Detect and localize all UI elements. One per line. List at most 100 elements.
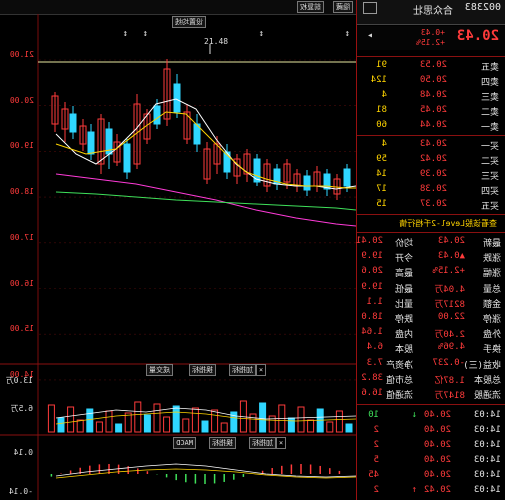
stat-label: 外盘: [482, 330, 501, 341]
candle-body: [343, 168, 351, 187]
volume-bar: [163, 416, 171, 433]
stock-name: 合众思壮: [413, 6, 453, 17]
stat-value: 2.40万: [434, 330, 465, 341]
sell-level-price: 20.48: [419, 90, 447, 100]
tick-volume: 2: [373, 440, 379, 450]
volume-ma-line: [55, 407, 356, 420]
stat-label: 收益(三): [463, 360, 501, 371]
signal-marker-icon: ↕: [143, 29, 148, 39]
buy-level-price: 20.37: [419, 199, 447, 209]
tick-price: 20.42: [423, 485, 451, 495]
price-axis-tick: 18.00: [9, 187, 34, 197]
stat-label: 换手: [482, 345, 501, 356]
stock-trading-window: 002383 合众思壮 20.43 +0.43 +2.15% ▸ 卖五 20.53…: [0, 0, 505, 500]
vol-indicator-button[interactable]: 成交量: [146, 364, 173, 376]
add-indicator-button[interactable]: 加指标: [229, 364, 256, 376]
stat-value: 20.6: [361, 266, 383, 277]
volume-bar: [153, 403, 161, 433]
volume-bar: [249, 413, 257, 433]
buy-level-price: 20.42: [419, 154, 447, 164]
stat-value: 4.04万: [434, 284, 465, 295]
volume-bar: [57, 417, 65, 433]
stat-label: 净资产: [385, 360, 413, 371]
tick-time: 14:03: [473, 410, 501, 420]
stat-label: 今开: [394, 254, 413, 265]
change-indicator-button[interactable]: 换指标: [189, 364, 216, 376]
tick-volume: 5: [373, 455, 379, 465]
volume-bar: [47, 404, 55, 433]
volume-bar: [335, 410, 343, 433]
sell-level-price: 20.50: [419, 75, 447, 85]
price-block: 20.43 +0.43 +2.15% ▸: [357, 26, 505, 50]
stat-value: 1.87亿: [434, 375, 465, 386]
volume-bar: [105, 410, 113, 433]
buy-level-label: 买三: [480, 172, 499, 182]
volume-bar: [143, 414, 151, 433]
volume-bar: [124, 412, 132, 433]
close-macd-icon[interactable]: ×: [276, 437, 286, 449]
price-axis-tick: 20.00: [9, 95, 34, 105]
stat-value: ▲0.43: [437, 251, 465, 262]
volume-bar: [307, 419, 315, 433]
tick-arrow-icon: ↓: [411, 410, 417, 420]
stat-label: 金额: [482, 299, 501, 310]
volume-bar: [287, 417, 295, 433]
stat-label: 最高: [394, 269, 413, 280]
volume-bar: [67, 406, 75, 433]
stat-value: 1.64: [361, 327, 383, 338]
tick-price: 20.40: [423, 410, 451, 420]
buy-level-volume: 4: [381, 139, 387, 149]
macd-axis-top: 0.14: [13, 448, 33, 457]
tick-time: 14:03: [473, 470, 501, 480]
volume-bar: [297, 406, 305, 433]
buy-level-volume: 14: [376, 169, 387, 179]
tick-price: 20.40: [423, 470, 451, 480]
sell-level-price: 20.53: [419, 60, 447, 70]
stat-value: +2.15%: [432, 266, 465, 277]
level2-link[interactable]: 查看该股Level-2千档行情: [399, 218, 497, 229]
candle-body: [303, 175, 311, 191]
volume-bar: [76, 419, 84, 433]
buy-level-price: 20.38: [419, 184, 447, 194]
stock-header: 002383 合众思壮: [357, 0, 505, 25]
volume-bar: [86, 408, 94, 433]
signal-marker-icon: ↕: [345, 29, 350, 39]
ma60-line: [55, 191, 356, 211]
candle-body: [173, 83, 181, 113]
buy-level-label: 买一: [480, 142, 499, 152]
current-price: 20.43: [456, 28, 499, 44]
tick-price: 20.40: [423, 440, 451, 450]
volume-bar: [191, 407, 199, 433]
stat-value: 19.9: [361, 251, 383, 262]
dropdown-icon[interactable]: ▸: [367, 30, 373, 41]
buy-level-label: 买二: [480, 157, 499, 167]
tick-time: 14:03: [473, 425, 501, 435]
tick-time: 14:03: [473, 485, 501, 495]
stat-value: 1.1: [366, 296, 383, 307]
buy-level-volume: 17: [376, 184, 387, 194]
stat-value: 8217万: [434, 299, 465, 310]
macd-add-button[interactable]: 加指标: [249, 437, 276, 449]
buy-level-label: 买四: [480, 187, 499, 197]
volume-bar: [220, 422, 228, 433]
sell-level-label: 卖四: [480, 78, 499, 88]
hide-button[interactable]: 隐藏: [333, 1, 353, 13]
stat-value: 18.0: [361, 312, 383, 322]
close-vol-icon[interactable]: ×: [256, 364, 266, 376]
stat-value: 20.43: [437, 236, 465, 246]
volume-bar: [326, 421, 334, 433]
stat-value: 38.2: [361, 372, 383, 383]
tick-volume: 10: [368, 410, 379, 420]
macd-indicator-button[interactable]: MACD: [173, 437, 196, 449]
chart-toolbar: 隐藏 前复权: [0, 0, 356, 15]
macd-axis-bottom: -0.14: [8, 487, 33, 496]
stat-value: 8147万: [434, 391, 465, 401]
close-icon[interactable]: [363, 2, 377, 14]
volume-bar: [182, 418, 190, 433]
kline-chart[interactable]: 21.48 ↕ ↕ ↕ ↕: [0, 14, 356, 500]
price-axis-tick: 15.00: [9, 324, 34, 334]
stat-label: 总量: [482, 284, 501, 295]
macd-change-button[interactable]: 换指标: [209, 437, 236, 449]
price-change-pct: +2.15%: [416, 38, 445, 47]
adjust-button[interactable]: 前复权: [297, 1, 324, 13]
